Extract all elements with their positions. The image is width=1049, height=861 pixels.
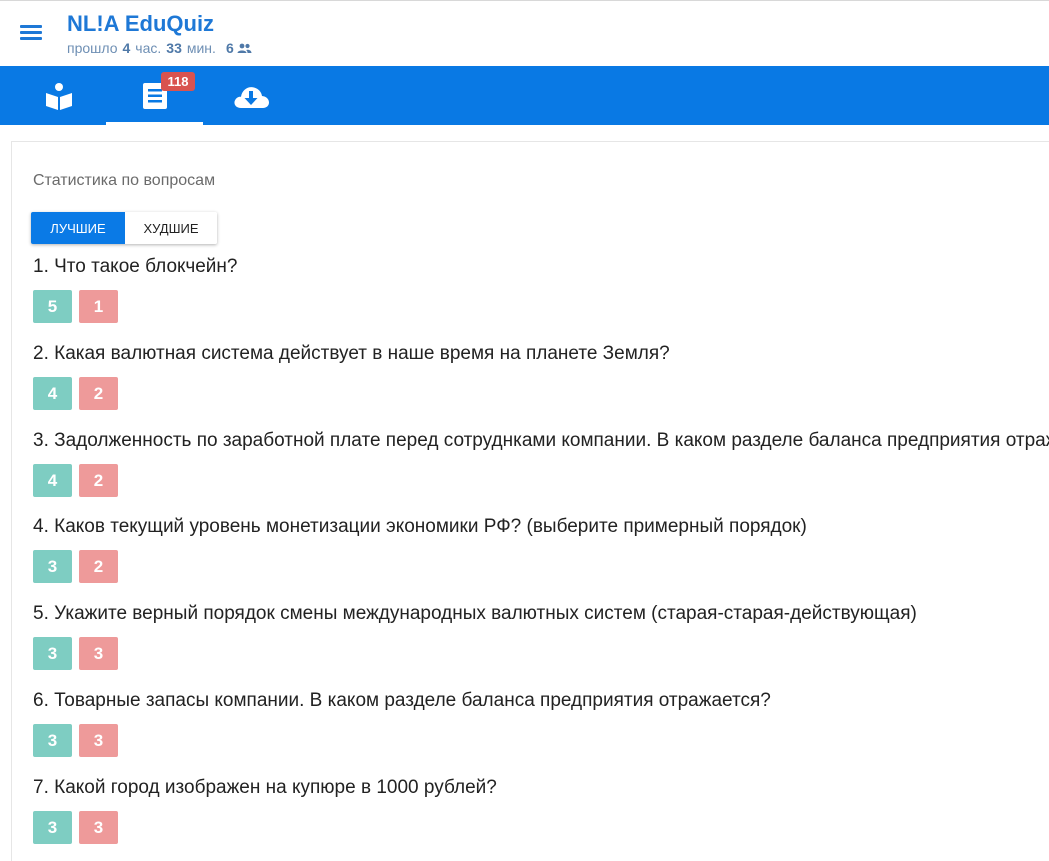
book-reader-icon: [45, 82, 72, 110]
question-text: 3. Задолженность по заработной плате пер…: [33, 430, 1049, 451]
minutes-unit: мин.: [186, 40, 216, 56]
elapsed-hours: 4: [122, 40, 131, 56]
question-text: 5. Укажите верный порядок смены междунар…: [33, 603, 917, 624]
correct-count: 4: [33, 377, 72, 410]
results-badge: 118: [161, 72, 195, 91]
question-item: 4. Каков текущий уровень монетизации эко…: [33, 515, 1049, 583]
app-header: NL!A EduQuiz прошло 4 час. 33 мин. 6: [0, 0, 1049, 66]
correct-count: 5: [33, 290, 72, 323]
correct-count: 4: [33, 464, 72, 497]
app-title: NL!A EduQuiz: [67, 11, 215, 36]
elapsed-prefix: прошло: [67, 40, 118, 56]
question-item: 2. Какая валютная система действует в на…: [33, 342, 1049, 410]
wrong-count: 3: [79, 637, 118, 670]
wrong-count: 1: [79, 290, 118, 323]
wrong-count: 2: [79, 464, 118, 497]
question-item: 7. Какой город изображен на купюре в 100…: [33, 776, 1049, 844]
cloud-download-icon: [233, 86, 269, 108]
correct-count: 3: [33, 724, 72, 757]
worst-button[interactable]: ХУДШИЕ: [125, 212, 217, 244]
tab-bar: 118: [0, 66, 1049, 125]
best-button[interactable]: ЛУЧШИЕ: [31, 212, 125, 244]
correct-count: 3: [33, 811, 72, 844]
tab-learn[interactable]: [10, 66, 107, 125]
tab-download[interactable]: [202, 66, 299, 125]
correct-count: 3: [33, 550, 72, 583]
question-item: 1. Что такое блокчейн? 5 1: [33, 255, 1049, 323]
stats-title: Статистика по вопросам: [33, 172, 216, 189]
best-worst-toggle: ЛУЧШИЕ ХУДШИЕ: [31, 212, 217, 244]
question-item: 6. Товарные запасы компании. В каком раз…: [33, 689, 1049, 757]
users-icon: [237, 43, 252, 53]
question-text: 7. Какой город изображен на купюре в 100…: [33, 777, 497, 798]
question-text: 2. Какая валютная система действует в на…: [33, 343, 670, 364]
participants-count: 6: [225, 40, 234, 56]
wrong-count: 2: [79, 550, 118, 583]
question-text: 1. Что такое блокчейн?: [33, 256, 238, 277]
question-item: 3. Задолженность по заработной плате пер…: [33, 429, 1049, 497]
elapsed-minutes: 33: [166, 40, 182, 56]
wrong-count: 3: [79, 724, 118, 757]
correct-count: 3: [33, 637, 72, 670]
question-item: 5. Укажите верный порядок смены междунар…: [33, 602, 1049, 670]
question-text: 6. Товарные запасы компании. В каком раз…: [33, 690, 771, 711]
wrong-count: 2: [79, 377, 118, 410]
session-info: прошло 4 час. 33 мин. 6: [67, 40, 252, 56]
hours-unit: час.: [135, 40, 162, 56]
question-text: 4. Каков текущий уровень монетизации эко…: [33, 516, 807, 537]
menu-icon[interactable]: [20, 23, 42, 41]
wrong-count: 3: [79, 811, 118, 844]
